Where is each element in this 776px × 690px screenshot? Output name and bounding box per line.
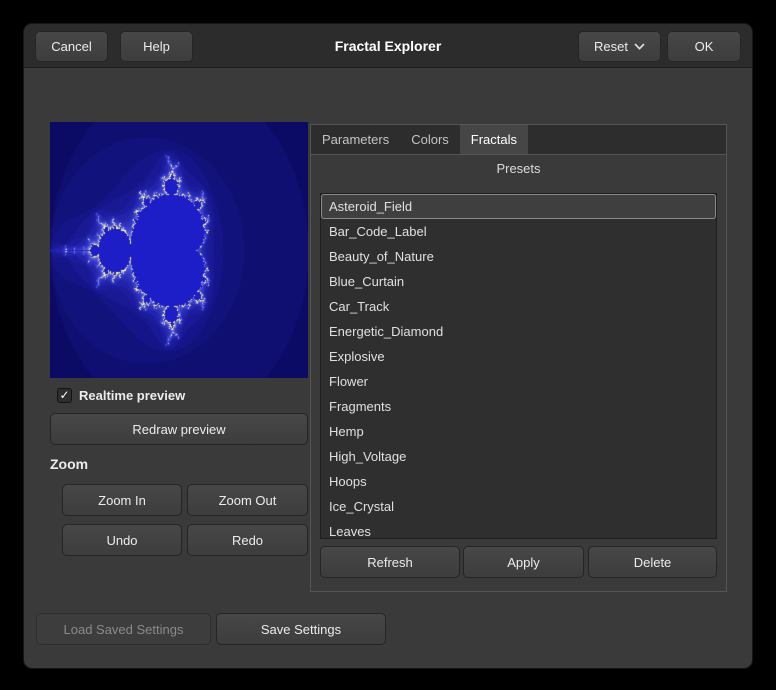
realtime-preview-checkbox[interactable]: ✓	[57, 388, 72, 403]
undo-button[interactable]: Undo	[62, 524, 182, 556]
preset-item[interactable]: Bar_Code_Label	[321, 219, 716, 244]
realtime-preview-label: Realtime preview	[79, 388, 185, 403]
preset-item[interactable]: Beauty_of_Nature	[321, 244, 716, 269]
presets-label: Presets	[311, 161, 726, 176]
preset-item[interactable]: High_Voltage	[321, 444, 716, 469]
apply-button[interactable]: Apply	[463, 546, 584, 578]
zoom-in-button[interactable]: Zoom In	[62, 484, 182, 516]
reset-label: Reset	[594, 39, 628, 54]
check-icon: ✓	[59, 389, 69, 401]
chevron-down-icon	[634, 43, 645, 51]
fractal-preview[interactable]	[50, 122, 308, 378]
redo-button[interactable]: Redo	[187, 524, 308, 556]
load-saved-settings-button[interactable]: Load Saved Settings	[36, 613, 211, 645]
zoom-out-button[interactable]: Zoom Out	[187, 484, 308, 516]
refresh-button[interactable]: Refresh	[320, 546, 460, 578]
presets-list[interactable]: Asteroid_FieldBar_Code_LabelBeauty_of_Na…	[320, 193, 717, 539]
preset-item[interactable]: Flower	[321, 369, 716, 394]
preset-item[interactable]: Blue_Curtain	[321, 269, 716, 294]
tab-colors[interactable]: Colors	[400, 125, 460, 154]
notebook: ParametersColorsFractals Presets Asteroi…	[310, 124, 727, 592]
preset-item[interactable]: Hoops	[321, 469, 716, 494]
preset-item[interactable]: Ice_Crystal	[321, 494, 716, 519]
tab-fractals[interactable]: Fractals	[460, 125, 528, 154]
preset-item[interactable]: Explosive	[321, 344, 716, 369]
realtime-preview-row: ✓ Realtime preview	[57, 386, 185, 404]
ok-button[interactable]: OK	[667, 31, 741, 62]
preset-item[interactable]: Fragments	[321, 394, 716, 419]
zoom-section-label: Zoom	[50, 456, 88, 472]
delete-button[interactable]: Delete	[588, 546, 717, 578]
save-settings-button[interactable]: Save Settings	[216, 613, 386, 645]
tab-bar: ParametersColorsFractals	[311, 125, 726, 155]
preset-item[interactable]: Hemp	[321, 419, 716, 444]
preset-item[interactable]: Car_Track	[321, 294, 716, 319]
tab-parameters[interactable]: Parameters	[311, 125, 400, 154]
fractal-explorer-dialog: Cancel Help Fractal Explorer Reset OK ✓ …	[24, 24, 752, 668]
preset-item[interactable]: Energetic_Diamond	[321, 319, 716, 344]
reset-dropdown-button[interactable]: Reset	[578, 31, 661, 62]
preset-item[interactable]: Asteroid_Field	[321, 194, 716, 219]
preset-item[interactable]: Leaves	[321, 519, 716, 539]
redraw-preview-button[interactable]: Redraw preview	[50, 413, 308, 445]
titlebar: Cancel Help Fractal Explorer Reset OK	[24, 24, 752, 68]
